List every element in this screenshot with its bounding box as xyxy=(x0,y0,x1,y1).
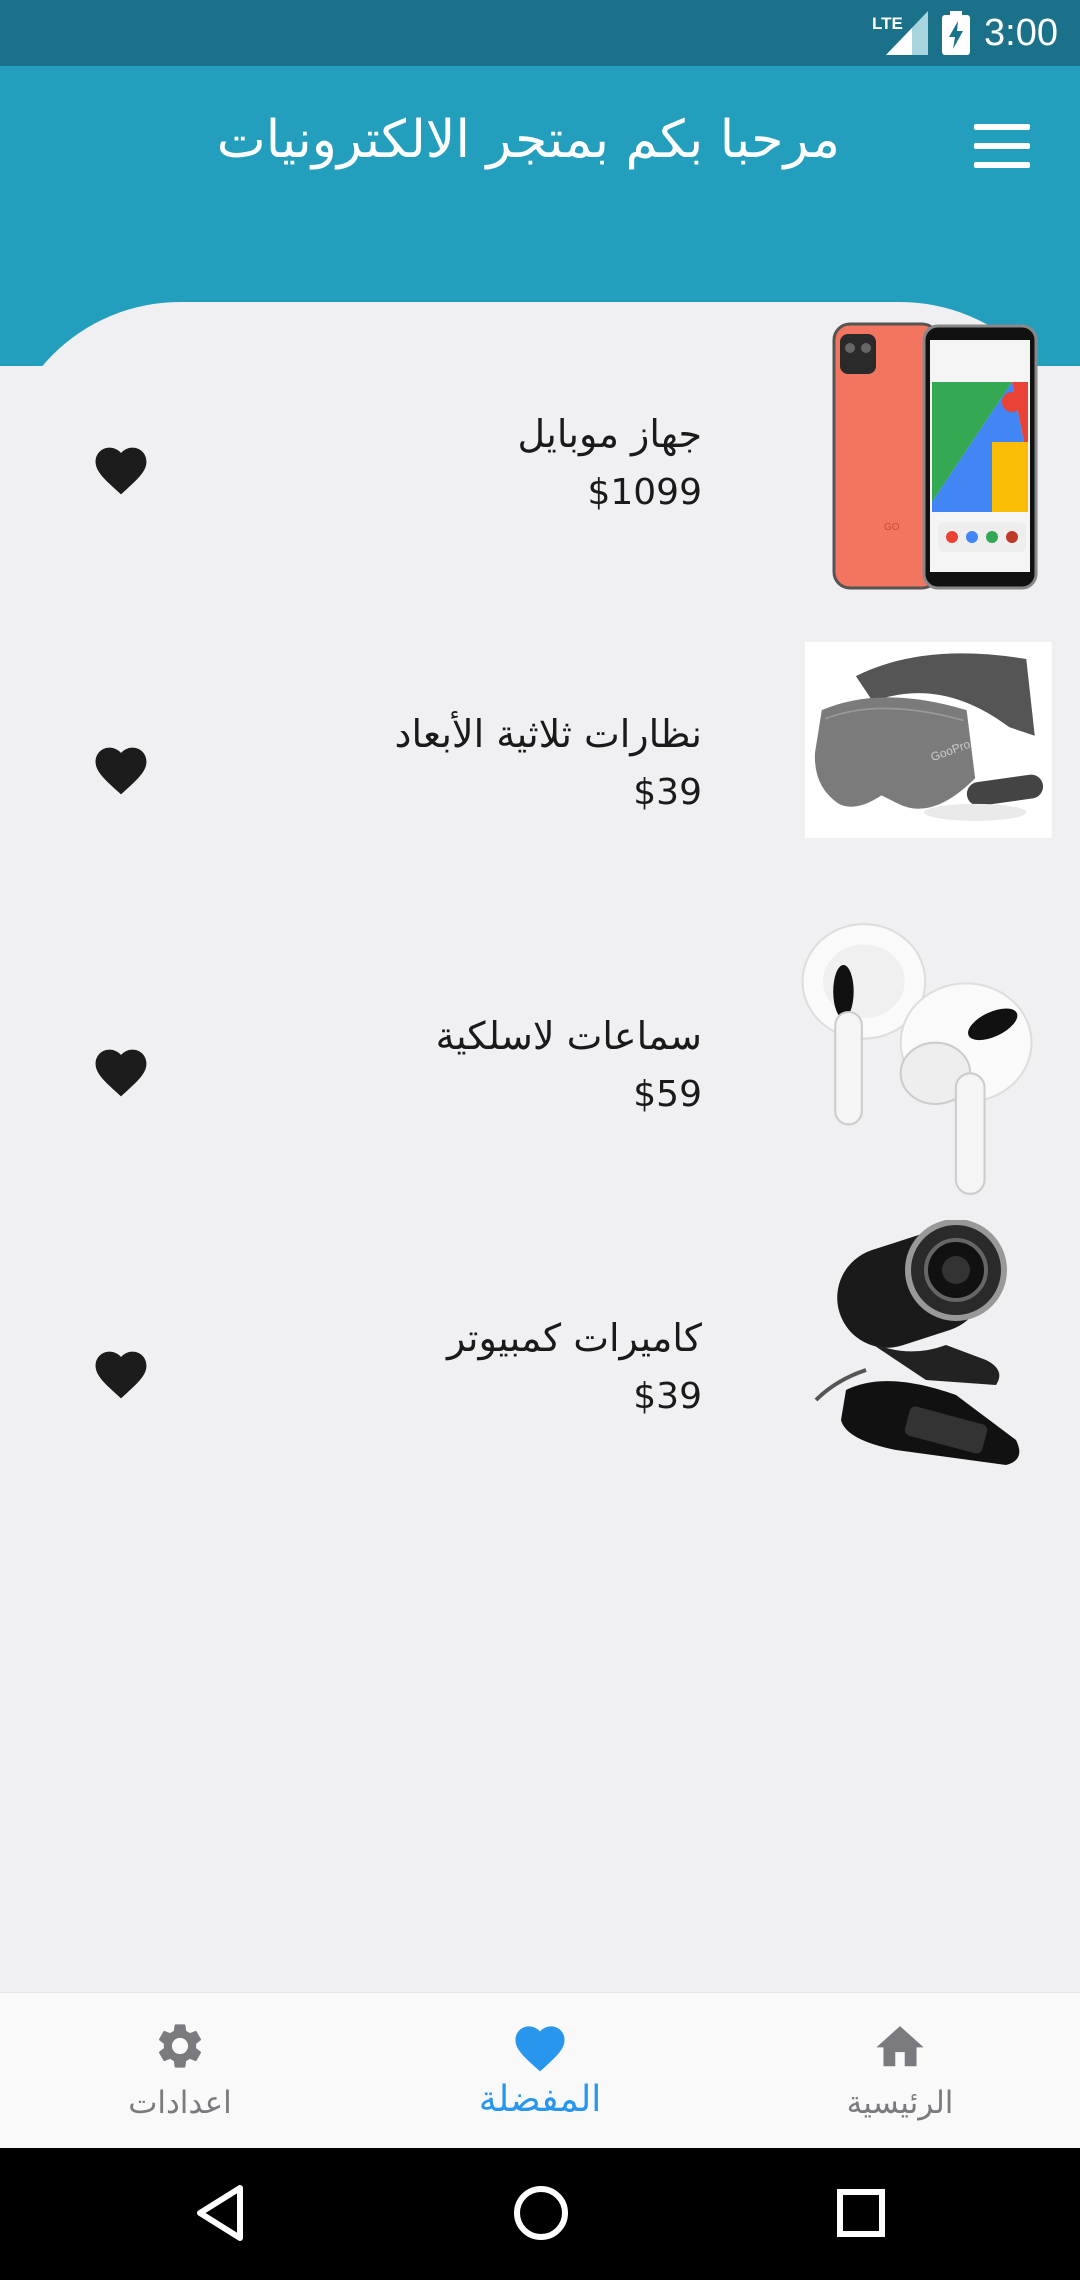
favorite-heart-icon[interactable] xyxy=(90,440,152,496)
product-price: $39 xyxy=(633,772,702,813)
system-navigation-bar xyxy=(0,2148,1080,2280)
nav-favorites-label: المفضلة xyxy=(478,2079,602,2120)
heart-icon xyxy=(515,2026,565,2072)
svg-text:GO: GO xyxy=(884,522,900,533)
home-icon xyxy=(876,2026,924,2067)
list-item[interactable]: GO جهاز موبايل $1099 xyxy=(0,322,1080,612)
product-price: $39 xyxy=(633,1376,702,1417)
home-circle-icon[interactable] xyxy=(512,2184,570,2242)
product-price: $1099 xyxy=(587,472,702,513)
nav-favorites[interactable]: المفضلة xyxy=(420,1993,660,2149)
favorite-heart-icon[interactable] xyxy=(90,740,152,796)
product-name: جهاز موبايل xyxy=(517,412,702,456)
favorites-list: GO جهاز موبايل $1099 GooPro نظارات ثلاثي… xyxy=(0,302,1080,1992)
network-type: LTE xyxy=(872,14,903,33)
product-name: كاميرات كمبيوتر xyxy=(446,1316,702,1360)
earbuds-image xyxy=(801,923,1033,1195)
nav-settings[interactable]: اعدادات xyxy=(60,1993,300,2149)
product-name: سماعات لاسلكية xyxy=(435,1014,702,1058)
vr-headset-image: GooPro xyxy=(804,642,1052,838)
status-time: 3:00 xyxy=(984,11,1058,54)
product-price: $59 xyxy=(633,1074,702,1115)
status-bar: LTE 3:00 xyxy=(0,0,1080,66)
webcam-image xyxy=(814,1220,1020,1465)
favorite-heart-icon[interactable] xyxy=(90,1344,152,1400)
recents-icon[interactable] xyxy=(836,2184,886,2242)
lte-signal-icon: LTE xyxy=(872,11,929,55)
favorite-heart-icon[interactable] xyxy=(90,1042,152,1098)
page-title: مرحبا بكم بمتجر الالكترونيات xyxy=(216,110,840,170)
list-item[interactable]: سماعات لاسلكية $59 xyxy=(0,923,1080,1214)
list-item[interactable]: GooPro نظارات ثلاثية الأبعاد $39 xyxy=(0,622,1080,912)
menu-icon[interactable] xyxy=(974,124,1030,168)
gear-icon xyxy=(158,2024,202,2068)
battery-charging-icon xyxy=(942,11,971,55)
nav-home-label: الرئيسية xyxy=(846,2085,954,2121)
back-icon[interactable] xyxy=(194,2184,246,2242)
product-name: نظارات ثلاثية الأبعاد xyxy=(394,712,702,756)
phone-image: GO xyxy=(832,322,1038,590)
nav-home[interactable]: الرئيسية xyxy=(780,1993,1020,2149)
bottom-navigation: الرئيسية المفضلة اعدادات xyxy=(0,1992,1080,2148)
nav-settings-label: اعدادات xyxy=(128,2085,232,2121)
list-item[interactable]: كاميرات كمبيوتر $39 xyxy=(0,1220,1080,1516)
